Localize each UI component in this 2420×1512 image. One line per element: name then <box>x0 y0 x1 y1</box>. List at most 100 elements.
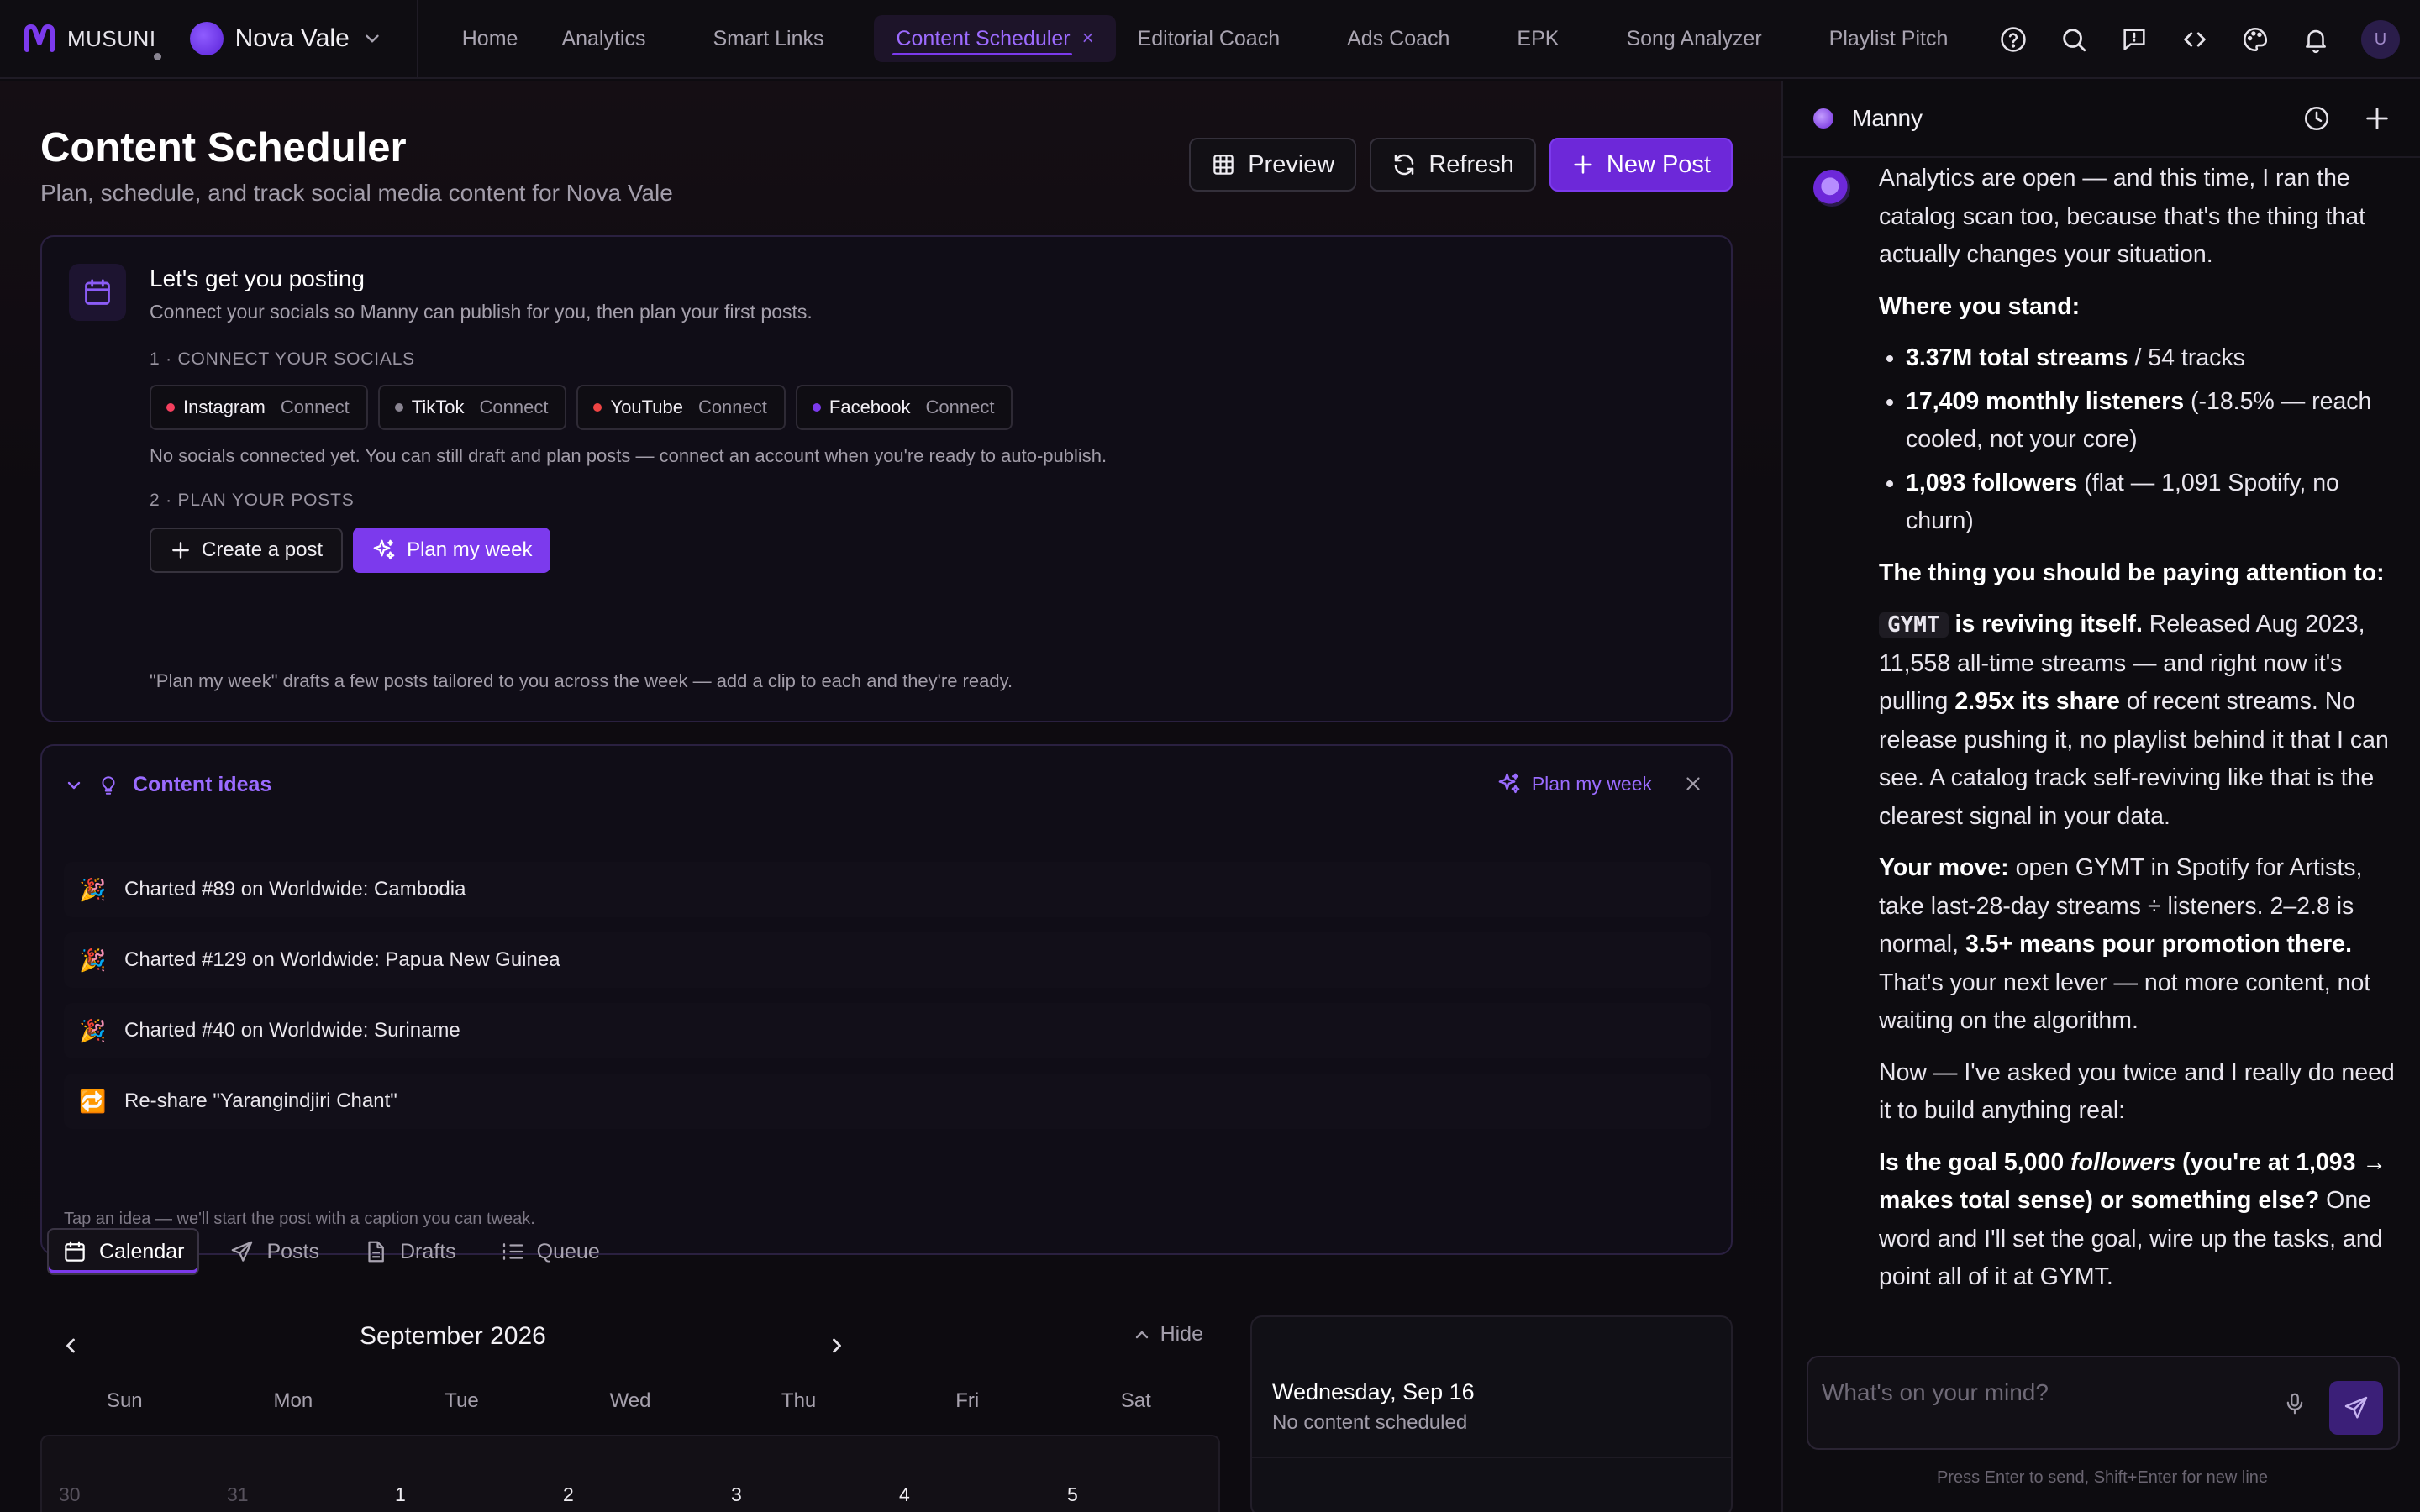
tab-drafts[interactable]: Drafts <box>350 1228 470 1275</box>
nav-ads-coach[interactable]: Ads Coach <box>1325 15 1471 62</box>
step-connect-label: 1 · CONNECT YOUR SOCIALS <box>150 349 415 369</box>
top-bar: MUSUNI Nova Vale Home Analytics Smart Li… <box>0 0 2420 79</box>
calendar-day[interactable]: 1 <box>378 1436 546 1512</box>
search-icon[interactable] <box>2059 24 2089 55</box>
chip-name: YouTube <box>610 396 683 417</box>
calendar-day[interactable]: 31 <box>210 1436 378 1512</box>
step-plan-label: 2 · PLAN YOUR POSTS <box>150 491 355 510</box>
user-avatar[interactable]: U <box>2361 20 2400 59</box>
message-paragraph: Your move: open GYMT in Spotify for Arti… <box>1879 849 2400 1041</box>
code-icon[interactable] <box>2180 24 2210 55</box>
calendar-day[interactable]: 3 <box>714 1436 882 1512</box>
message-paragraph: GYMT is reviving itself. Released Aug 20… <box>1879 606 2400 836</box>
tab-posts[interactable]: Posts <box>216 1228 333 1275</box>
nav-song-analyzer[interactable]: Song Analyzer <box>1604 15 1783 62</box>
close-icon[interactable] <box>1682 773 1704 795</box>
preview-button[interactable]: Preview <box>1189 138 1357 192</box>
idea-item[interactable]: 🔁 Re-share "Yarangindjiri Chant" <box>64 1074 1711 1129</box>
calendar-day[interactable]: 30 <box>42 1436 210 1512</box>
message-bold-text: Is the goal 5,000 <box>1879 1148 2071 1176</box>
feedback-icon[interactable] <box>2119 24 2149 55</box>
chevron-right-icon[interactable] <box>825 1334 849 1357</box>
sparkles-icon <box>373 539 395 560</box>
tab-label: Queue <box>536 1239 600 1263</box>
nav-epk[interactable]: EPK <box>1495 15 1581 62</box>
facebook-dot <box>812 403 821 412</box>
message-paragraph: The thing you should be paying attention… <box>1879 554 2400 593</box>
assistant-header-actions <box>2302 104 2391 133</box>
chip-action: Connect <box>697 396 767 417</box>
nav-content-scheduler[interactable]: Content Scheduler × <box>874 15 1116 62</box>
preview-label: Preview <box>1248 150 1335 178</box>
close-tab-icon[interactable]: × <box>1082 27 1094 50</box>
calendar-icon <box>85 279 110 305</box>
new-post-button[interactable]: New Post <box>1549 138 1733 192</box>
nav-analytics[interactable]: Analytics <box>539 15 667 62</box>
header-actions: Preview Refresh New Post <box>1189 138 1733 192</box>
calendar-day[interactable]: 5 <box>1050 1436 1218 1512</box>
page-title: Content Scheduler <box>40 125 407 171</box>
nav-smart-links[interactable]: Smart Links <box>691 15 845 62</box>
list-item: 3.37M total streams / 54 tracks <box>1906 339 2400 378</box>
send-icon <box>232 1241 253 1262</box>
idea-item[interactable]: 🎉 Charted #40 on Worldwide: Suriname <box>64 1003 1711 1058</box>
calendar: September 2026 Hide Sun Mon Tue Wed Thu … <box>40 1314 1220 1512</box>
plan-my-week-label: Plan my week <box>407 538 533 561</box>
artist-name: Nova Vale <box>234 24 350 52</box>
hide-label: Hide <box>1160 1322 1203 1346</box>
chevron-left-icon[interactable] <box>59 1334 82 1357</box>
bell-icon[interactable] <box>2301 24 2331 55</box>
chip-name: TikTok <box>411 396 465 417</box>
tab-queue[interactable]: Queue <box>487 1228 613 1275</box>
instagram-dot <box>166 403 175 412</box>
palette-icon[interactable] <box>2240 24 2270 55</box>
divider <box>416 0 418 78</box>
artist-switcher[interactable]: Nova Vale <box>189 22 383 55</box>
party-icon: 🎉 <box>79 947 107 973</box>
idea-text: Charted #129 on Worldwide: Papua New Gui… <box>124 948 560 971</box>
connect-youtube-button[interactable]: YouTube Connect <box>576 385 786 430</box>
chevron-down-icon <box>67 781 81 789</box>
connect-facebook-button[interactable]: Facebook Connect <box>795 385 1013 430</box>
nav-label: Smart Links <box>713 26 824 50</box>
list-item: 1,093 followers (flat — 1,091 Spotify, n… <box>1906 465 2400 541</box>
plan-actions: Create a post Plan my week <box>150 528 551 573</box>
message-bold: 2.95x its share <box>1954 688 2120 715</box>
microphone-icon[interactable] <box>2282 1391 2307 1416</box>
message-paragraph: Now — I've asked you twice and I really … <box>1879 1058 2395 1125</box>
hide-calendar-button[interactable]: Hide <box>1132 1322 1203 1347</box>
main-nav: Home Analytics Smart Links Content Sched… <box>440 0 1970 77</box>
view-tabs: Calendar Posts Drafts Queue <box>47 1228 613 1275</box>
nav-editorial-coach[interactable]: Editorial Coach <box>1116 15 1302 62</box>
idea-text: Charted #89 on Worldwide: Cambodia <box>124 878 466 900</box>
chip-name: Facebook <box>829 396 911 417</box>
brand-name: MUSUNI <box>67 26 161 60</box>
divider <box>1252 1457 1731 1458</box>
assistant-avatar <box>1813 108 1833 129</box>
idea-item[interactable]: 🎉 Charted #89 on Worldwide: Cambodia <box>64 862 1711 917</box>
history-icon[interactable] <box>2302 104 2331 133</box>
tab-calendar[interactable]: Calendar <box>47 1228 200 1275</box>
nav-home[interactable]: Home <box>440 15 540 62</box>
content-ideas-toggle[interactable]: Content ideas <box>64 773 271 797</box>
calendar-day[interactable]: 4 <box>882 1436 1050 1512</box>
connect-instagram-button[interactable]: Instagram Connect <box>150 385 368 430</box>
stat-value: 1,093 followers <box>1906 469 2078 496</box>
ideas-plan-my-week-button[interactable]: Plan my week <box>1497 771 1652 796</box>
connect-tiktok-button[interactable]: TikTok Connect <box>377 385 567 430</box>
refresh-button[interactable]: Refresh <box>1370 138 1536 192</box>
help-icon[interactable] <box>1998 24 2028 55</box>
new-chat-plus-icon[interactable] <box>2363 104 2391 133</box>
plan-my-week-button[interactable]: Plan my week <box>353 528 551 573</box>
message-paragraph: Is the goal 5,000 followers (you're at 1… <box>1879 1144 2400 1297</box>
status-dot <box>153 52 161 60</box>
nav-playlist-pitch[interactable]: Playlist Pitch <box>1807 15 1970 62</box>
chat-input[interactable] <box>1822 1379 2259 1406</box>
idea-item[interactable]: 🎉 Charted #129 on Worldwide: Papua New Gu… <box>64 932 1711 988</box>
calendar-day[interactable]: 2 <box>546 1436 714 1512</box>
idea-text: Charted #40 on Worldwide: Suriname <box>124 1019 460 1042</box>
send-button[interactable] <box>2329 1381 2383 1435</box>
create-post-button[interactable]: Create a post <box>150 528 344 573</box>
brand[interactable]: MUSUNI <box>0 0 161 77</box>
nav-label: Analytics <box>561 26 646 50</box>
